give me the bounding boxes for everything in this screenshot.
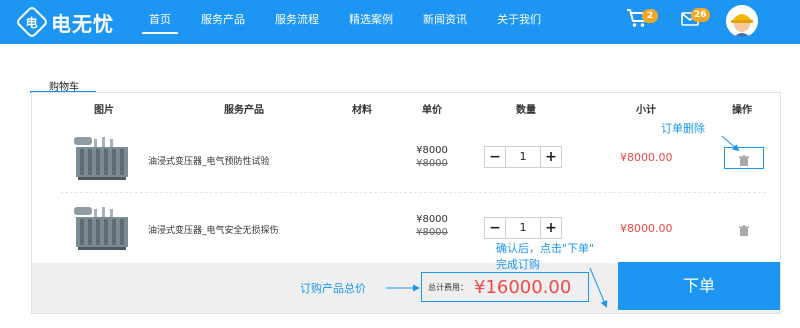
quantity-input[interactable]: 1 (506, 146, 540, 168)
col-action: 操作 (732, 105, 752, 116)
col-material: 材料 (352, 105, 372, 116)
confirm-annotation-line2: 完成订购 (496, 258, 540, 271)
nav-cases[interactable]: 精选案例 (338, 0, 404, 44)
col-product: 服务产品 (224, 105, 264, 116)
total-price-annotation: 订购产品总价 (300, 282, 366, 295)
col-unit-price: 单价 (422, 105, 442, 116)
trash-icon (739, 225, 749, 236)
subtotal: ¥8000.00 (620, 151, 673, 164)
main-nav: 首页 服务产品 服务流程 精选案例 新闻资讯 关于我们 (138, 0, 560, 44)
table-header: 图片 服务产品 材料 单价 数量 小计 操作 (32, 93, 780, 121)
trash-icon (739, 155, 749, 166)
unit-price: ¥8000 ¥8000 (402, 214, 462, 238)
message-count-badge: 26 (691, 8, 710, 22)
total-box: 总计费用： ¥16000.00 (421, 272, 589, 302)
messages-button[interactable]: 26 (681, 8, 711, 30)
delete-order-annotation: 订单删除 (661, 122, 705, 135)
confirm-annotation-line1: 确认后，点击"下单" (496, 242, 595, 255)
current-price: ¥8000 (416, 145, 448, 156)
quantity-input[interactable]: 1 (506, 217, 540, 239)
delete-button[interactable] (738, 152, 750, 166)
nav-news[interactable]: 新闻资讯 (412, 0, 478, 44)
avatar-icon (726, 5, 758, 37)
decrease-button[interactable]: − (484, 217, 506, 239)
original-price: ¥8000 (416, 158, 448, 169)
quantity-stepper: − 1 + (484, 217, 562, 239)
top-navigation-bar: 电 电无忧 首页 服务产品 服务流程 精选案例 新闻资讯 关于我们 2 26 (0, 0, 800, 44)
total-value: ¥16000.00 (474, 276, 572, 298)
subtotal: ¥8000.00 (620, 222, 673, 235)
transformer-image (74, 137, 128, 180)
logo-mark-text: 电 (25, 15, 39, 30)
nav-about[interactable]: 关于我们 (486, 0, 552, 44)
row-divider (60, 192, 766, 193)
increase-button[interactable]: + (540, 146, 562, 168)
product-image (66, 129, 138, 183)
quantity-stepper: − 1 + (484, 146, 562, 168)
current-price: ¥8000 (416, 214, 448, 225)
col-quantity: 数量 (516, 105, 536, 116)
logo-mark-icon: 电 (15, 5, 49, 39)
total-label: 总计费用： (428, 282, 468, 292)
logo[interactable]: 电 电无忧 (15, 5, 130, 39)
product-name[interactable]: 油浸式变压器_电气预防性试验 (148, 154, 270, 167)
delete-button[interactable] (738, 222, 750, 236)
col-subtotal: 小计 (636, 105, 656, 116)
increase-button[interactable]: + (540, 217, 562, 239)
nav-services[interactable]: 服务产品 (190, 0, 256, 44)
logo-text: 电无忧 (51, 11, 114, 36)
col-image: 图片 (94, 105, 114, 116)
submit-order-button[interactable]: 下单 (618, 262, 780, 310)
original-price: ¥8000 (416, 227, 448, 238)
decrease-button[interactable]: − (484, 146, 506, 168)
cart-button[interactable]: 2 (626, 8, 658, 30)
unit-price: ¥8000 ¥8000 (402, 145, 462, 169)
nav-home[interactable]: 首页 (138, 0, 182, 44)
transformer-image (74, 207, 128, 250)
cart-count-badge: 2 (642, 9, 658, 23)
nav-process[interactable]: 服务流程 (264, 0, 330, 44)
product-image (66, 199, 138, 253)
product-name[interactable]: 油浸式变压器_电气安全无损探伤 (148, 223, 279, 236)
avatar[interactable] (726, 5, 758, 37)
